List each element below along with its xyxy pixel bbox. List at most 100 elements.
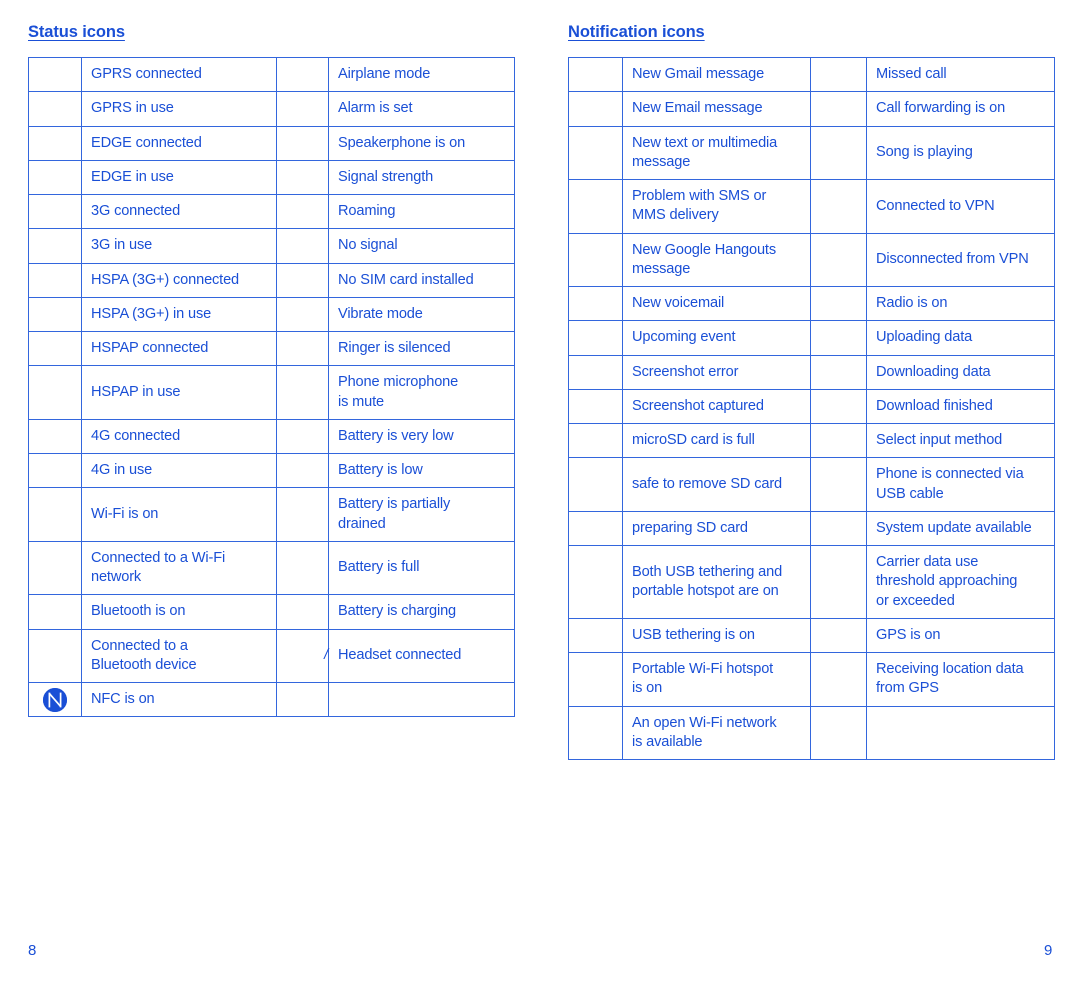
label-cell-right: Vibrate mode (328, 296, 515, 333)
label-line: 4G connected (91, 427, 181, 444)
notification-icons-table: New Gmail message Missed call New Email me… (568, 56, 1055, 760)
icon-cell-right (810, 320, 867, 356)
label-cell-right: Download finished (866, 388, 1055, 425)
icon-cell-left (28, 594, 82, 630)
label-line: HSPA (3G+) in use (91, 305, 212, 322)
label-line: GPS is on (876, 626, 941, 643)
label-line: Ringer is silenced (338, 340, 451, 356)
label-line: Signal strength (338, 168, 434, 185)
label-cell-right: Battery is charging (328, 594, 515, 630)
label-cell-left: HSPAP connected (81, 330, 277, 367)
icon-cell-right (276, 540, 329, 596)
nfc-icon (43, 687, 67, 712)
icon-cell-right (810, 285, 867, 322)
label-line: EDGE in use (91, 168, 174, 185)
icon-cell-left (28, 296, 82, 333)
icon-cell-left (28, 452, 82, 489)
table-row: 4G in use Battery is low (28, 452, 515, 489)
icon-cell-right (276, 418, 329, 455)
label-line: 4G in use (91, 462, 153, 478)
label-cell-right: No signal (328, 228, 515, 264)
icon-cell-right (276, 330, 329, 367)
table-row: microSD card is full Select input method (568, 422, 1055, 459)
icon-cell-left (28, 91, 82, 127)
table-row: USB tethering is on GPS is on (568, 617, 1055, 654)
icon-cell-left (568, 285, 623, 322)
label-line: Headset connected (338, 647, 462, 664)
label-cell-right: Signal strength (328, 159, 515, 196)
icon-cell-right (276, 193, 329, 230)
icon-cell-left (568, 232, 623, 287)
icon-cell-left (28, 628, 82, 683)
label-cell-left: NFC is on (81, 681, 277, 718)
label-cell-left: New Email message (622, 91, 811, 127)
label-line: Connected to VPN (876, 197, 995, 214)
table-row: 3G in use No signal (28, 228, 515, 264)
label-cell-left: Both USB tethering and portable hotspot a… (622, 545, 811, 619)
label-cell-left: 4G connected (81, 418, 277, 455)
document-page: Status icons GPRS connected Airplane mode… (0, 0, 1080, 990)
label-line: Downloading data (876, 363, 991, 380)
icon-cell-left (28, 681, 82, 718)
label-line: Airplane mode (338, 66, 431, 82)
page-title-notification-icons: Notification icons (568, 23, 705, 41)
icon-cell-left (568, 179, 623, 234)
label-cell-right: Missed call (866, 56, 1055, 93)
table-row: preparing SD card System update available (568, 510, 1055, 547)
icon-cell-left (568, 56, 623, 93)
icon-cell-right (810, 232, 867, 287)
icon-cell-left (568, 652, 623, 707)
label-line: NFC is on (91, 691, 155, 707)
table-row: GPRS in use Alarm is set (28, 91, 515, 127)
label-line: Call forwarding is on (876, 100, 1006, 117)
label-line: Speakerphone is on (338, 134, 466, 151)
icon-cell-right (810, 125, 867, 180)
label-line: Upcoming event (632, 329, 736, 346)
icon-cell-left (568, 617, 623, 654)
label-line: Carrier data use (876, 554, 979, 570)
label-cell-right (866, 705, 1055, 760)
label-line: HSPAP in use (91, 383, 181, 400)
icon-cell-left (568, 320, 623, 356)
label-line: Screenshot captured (632, 397, 764, 414)
label-line: Both USB tethering and (632, 563, 783, 580)
label-cell-right: Song is playing (866, 125, 1055, 180)
table-row: An open Wi-Fi network is available (568, 705, 1055, 760)
label-line: is on (632, 680, 663, 697)
icon-cell-left (28, 330, 82, 367)
label-cell-left: New Gmail message (622, 56, 811, 93)
label-cell-right: Ringer is silenced (328, 330, 515, 367)
table-row: New text or multimedia message Song is pla… (568, 125, 1055, 180)
table-row: Screenshot captured Download finished (568, 388, 1055, 425)
table-row: Portable Wi-Fi hotspot is on Receiving loc… (568, 652, 1055, 707)
table-row: safe to remove SD card Phone is connected… (568, 457, 1055, 512)
label-line: HSPA (3G+) connected (91, 271, 240, 288)
label-line: portable hotspot are on (632, 582, 779, 599)
label-cell-right: Connected to VPN (866, 179, 1055, 234)
page-number-left: 8 (28, 942, 37, 959)
label-cell-left: Wi-Fi is on (81, 487, 277, 542)
icon-cell-left (568, 545, 623, 619)
status-icons-table-body: GPRS connected Airplane mode GPRS in use Al… (28, 56, 515, 718)
table-row: Connected to a Bluetooth device / Headset c… (28, 628, 515, 683)
label-line: Battery is partially (338, 496, 451, 513)
label-line: New voicemail (632, 295, 725, 311)
slash-separator: / (276, 628, 329, 683)
label-cell-right: Battery is low (328, 452, 515, 489)
label-line: Screenshot error (632, 363, 739, 380)
label-line: Bluetooth is on (91, 603, 186, 620)
label-cell-right: Uploading data (866, 320, 1055, 356)
icon-cell-left (568, 457, 623, 512)
label-cell-right: Carrier data use threshold approaching or … (866, 545, 1055, 619)
icon-cell-left (28, 125, 82, 161)
label-line: Portable Wi-Fi hotspot (632, 661, 774, 677)
label-cell-right: Downloading data (866, 354, 1055, 390)
table-row: HSPA (3G+) connected No SIM card installe… (28, 262, 515, 298)
label-line: message (632, 153, 691, 170)
table-row: HSPAP connected Ringer is silenced (28, 330, 515, 367)
label-cell-left: microSD card is full (622, 422, 811, 459)
table-row: Wi-Fi is on Battery is partially drained (28, 487, 515, 542)
label-cell-left: Portable Wi-Fi hotspot is on (622, 652, 811, 707)
label-line: Wi-Fi is on (91, 505, 159, 522)
label-line: drained (338, 515, 386, 532)
